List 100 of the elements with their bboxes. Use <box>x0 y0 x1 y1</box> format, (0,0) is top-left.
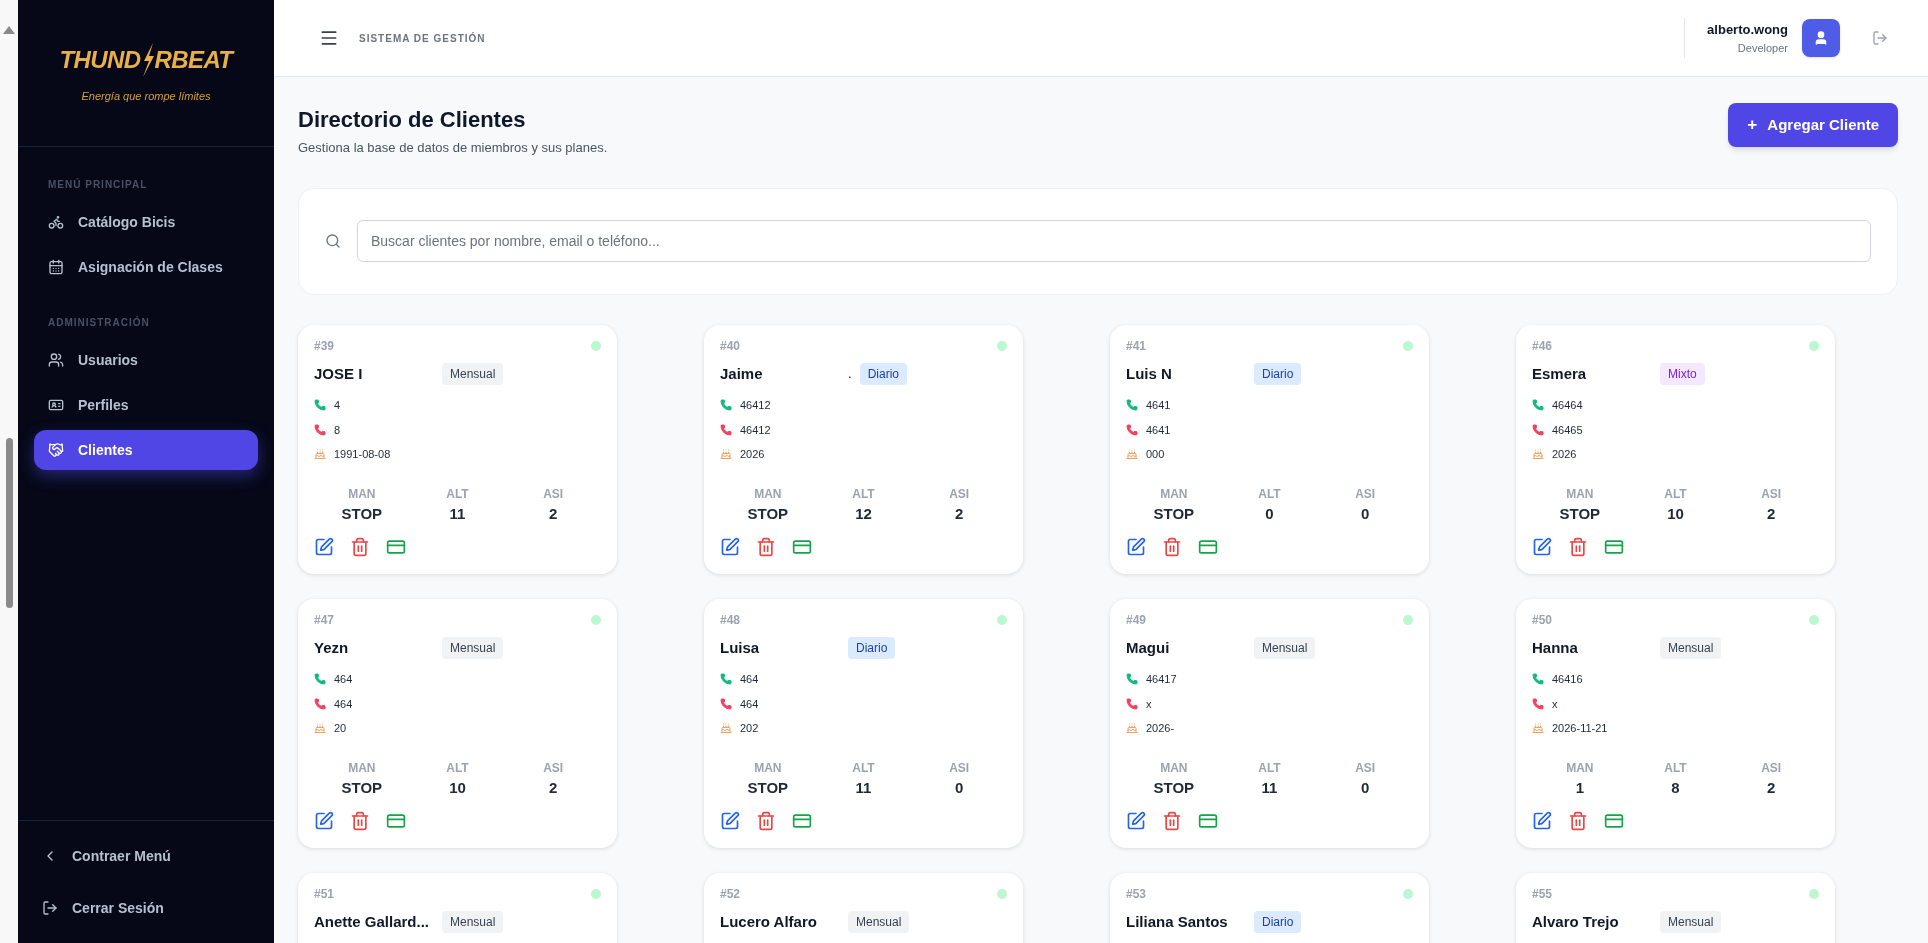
search-field[interactable]: Buscar clientes por nombre, email o teléfono... <box>357 220 1871 262</box>
stat-label: ASI <box>948 759 971 777</box>
phone-icon <box>314 423 326 436</box>
stat-value: STOP <box>1558 503 1602 524</box>
stat-value: 11 <box>854 777 873 798</box>
edit-button[interactable] <box>720 537 740 557</box>
phone-number: 46465 <box>1552 422 1583 438</box>
plan-badge: Diario <box>848 636 896 659</box>
edit-button[interactable] <box>1532 537 1552 557</box>
stat-value: 2 <box>1766 503 1777 524</box>
stat-value: 8 <box>1670 777 1681 798</box>
cake-icon <box>1532 722 1544 735</box>
stat-label: MAN <box>1565 759 1595 777</box>
client-id: #50 <box>1532 611 1553 629</box>
stat-value: 2 <box>548 777 559 798</box>
stat-label: MAN <box>753 759 783 777</box>
delete-button[interactable] <box>756 537 776 557</box>
stat-value: 2 <box>1766 777 1777 798</box>
phone-icon <box>1126 423 1138 436</box>
edit-button[interactable] <box>1532 811 1552 831</box>
stat-value: 0 <box>1360 503 1371 524</box>
collapse-menu-button[interactable]: Contraer Menú <box>42 837 250 875</box>
cake-icon <box>314 448 326 461</box>
phone-number: 4641 <box>1146 422 1171 438</box>
section-label: ADMINISTRACIÓN <box>47 315 151 330</box>
payment-button[interactable] <box>1604 537 1624 557</box>
client-id: #51 <box>314 885 335 903</box>
logout-icon <box>42 900 58 916</box>
payment-button[interactable] <box>386 811 406 831</box>
plan-badge: Mensual <box>442 636 504 659</box>
stat-label: MAN <box>1565 485 1595 503</box>
plan-badge: Mensual <box>442 362 504 385</box>
stat-value: 2 <box>548 503 559 524</box>
nav-item[interactable]: Perfiles <box>34 385 258 425</box>
edit-button[interactable] <box>314 537 334 557</box>
nav-item[interactable]: Usuarios <box>34 340 258 380</box>
delete-button[interactable] <box>1162 537 1182 557</box>
section-label: MENÚ PRINCIPAL <box>47 177 149 192</box>
nav-item[interactable]: Asignación de Clases <box>34 247 258 287</box>
stat-label: MAN <box>347 759 377 777</box>
plan-badge: Mensual <box>848 910 910 933</box>
page-subtitle: Gestiona la base de datos de miembros y sus planes. <box>298 139 608 157</box>
phone-number: x <box>1552 696 1558 712</box>
id-card-icon <box>48 397 64 413</box>
edit-button[interactable] <box>314 811 334 831</box>
delete-button[interactable] <box>350 811 370 831</box>
logout-button[interactable] <box>1872 30 1888 46</box>
plan-badge: Mensual <box>1254 636 1316 659</box>
birth-date: 2026-11-21 <box>1552 721 1608 736</box>
client-name: Magui <box>1126 637 1171 658</box>
phone-number: 46464 <box>1552 398 1583 413</box>
payment-button[interactable] <box>1604 811 1624 831</box>
client-name: Liliana Santos <box>1126 911 1229 932</box>
phone-number: x <box>1146 696 1152 712</box>
stat-label: MAN <box>1159 485 1189 503</box>
payment-button[interactable] <box>1198 537 1218 557</box>
add-client-button[interactable]: + Agregar Cliente <box>1728 103 1898 147</box>
client-id: #40 <box>720 337 741 355</box>
payment-button[interactable] <box>386 537 406 557</box>
delete-button[interactable] <box>1568 537 1588 557</box>
cake-icon <box>314 722 326 735</box>
users-icon <box>48 352 64 368</box>
stat-value: STOP <box>746 503 790 524</box>
phone-icon <box>720 673 732 686</box>
birth-date: 000 <box>1146 447 1165 462</box>
edit-button[interactable] <box>720 811 740 831</box>
edit-button[interactable] <box>1126 811 1146 831</box>
phone-icon <box>1126 697 1138 710</box>
logout-button[interactable]: Cerrar Sesión <box>42 889 250 927</box>
nav-item[interactable]: Catálogo Bicis <box>34 202 258 242</box>
payment-button[interactable] <box>792 537 812 557</box>
birth-date: 2026 <box>1552 447 1577 462</box>
stat-value: STOP <box>1152 777 1196 798</box>
delete-button[interactable] <box>1568 811 1588 831</box>
stat-label: ALT <box>1663 485 1688 503</box>
stat-label: MAN <box>347 485 377 503</box>
bike-icon <box>48 214 64 230</box>
stat-label: ASI <box>542 759 565 777</box>
delete-button[interactable] <box>756 811 776 831</box>
stat-label: ASI <box>542 485 565 503</box>
phone-icon <box>1532 399 1544 412</box>
stat-label: ALT <box>445 485 470 503</box>
delete-button[interactable] <box>1162 811 1182 831</box>
nav-item[interactable]: Clientes <box>34 430 258 470</box>
payment-button[interactable] <box>792 811 812 831</box>
menu-button[interactable] <box>319 28 339 48</box>
stat-label: ALT <box>1257 759 1282 777</box>
delete-button[interactable] <box>350 537 370 557</box>
user-avatar[interactable] <box>1802 19 1840 57</box>
phone-number: 464 <box>334 672 353 687</box>
stat-label: ASI <box>1760 759 1783 777</box>
scrollbar-thumb[interactable] <box>5 438 13 608</box>
phone-icon <box>314 697 326 710</box>
plan-badge: Mensual <box>1660 636 1722 659</box>
client-name: Luisa <box>720 637 761 658</box>
stat-label: ASI <box>1354 759 1377 777</box>
payment-button[interactable] <box>1198 811 1218 831</box>
edit-button[interactable] <box>1126 537 1146 557</box>
client-name: Hanna <box>1532 637 1579 658</box>
stat-value: 12 <box>854 503 873 524</box>
